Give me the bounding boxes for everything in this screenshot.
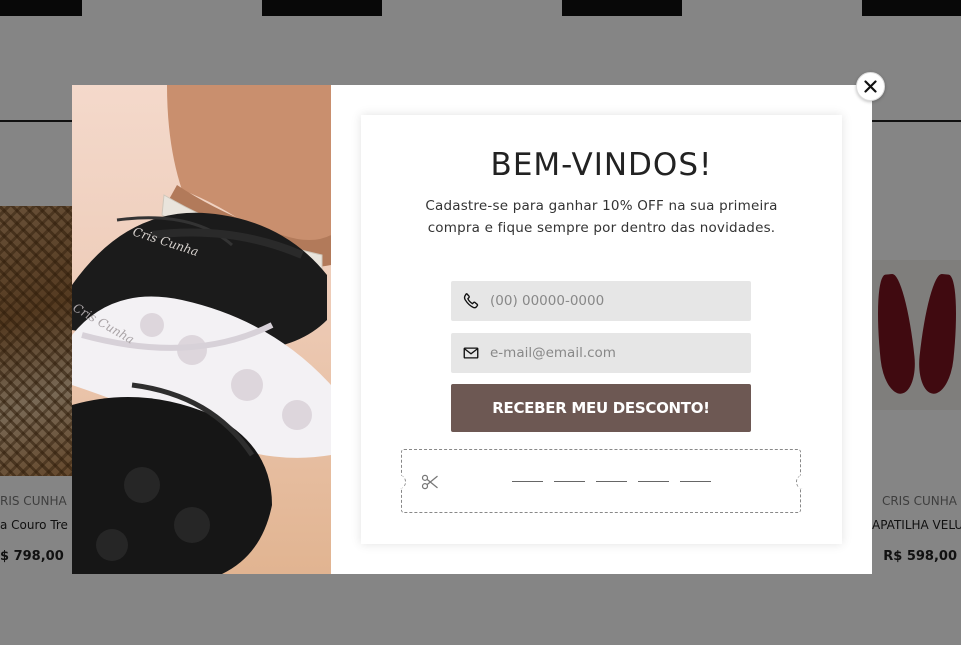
coupon-code-placeholder: [512, 481, 711, 482]
email-field[interactable]: [451, 333, 751, 373]
phone-icon: [463, 293, 479, 309]
shoes-illustration: Cris Cunha Cris Cunha: [72, 85, 331, 574]
welcome-modal: Cris Cunha Cris Cunha BEM-VINDOS! Cadast…: [72, 85, 872, 574]
coupon-box: [396, 449, 806, 513]
phone-input[interactable]: [490, 281, 745, 321]
mail-icon: [463, 347, 479, 359]
coupon-notch: [396, 475, 406, 489]
scissors-icon: [421, 474, 438, 490]
modal-title: BEM-VINDOS!: [490, 147, 713, 183]
close-icon: [864, 80, 877, 93]
close-button[interactable]: [856, 72, 885, 101]
coupon-notch: [796, 475, 806, 489]
modal-product-photo: Cris Cunha Cris Cunha: [72, 85, 331, 574]
submit-discount-button[interactable]: RECEBER MEU DESCONTO!: [451, 384, 751, 432]
email-input[interactable]: [490, 333, 745, 373]
phone-field[interactable]: [451, 281, 751, 321]
modal-subtitle: Cadastre-se para ganhar 10% OFF na sua p…: [425, 198, 778, 236]
signup-card: BEM-VINDOS! Cadastre-se para ganhar 10% …: [361, 115, 842, 544]
